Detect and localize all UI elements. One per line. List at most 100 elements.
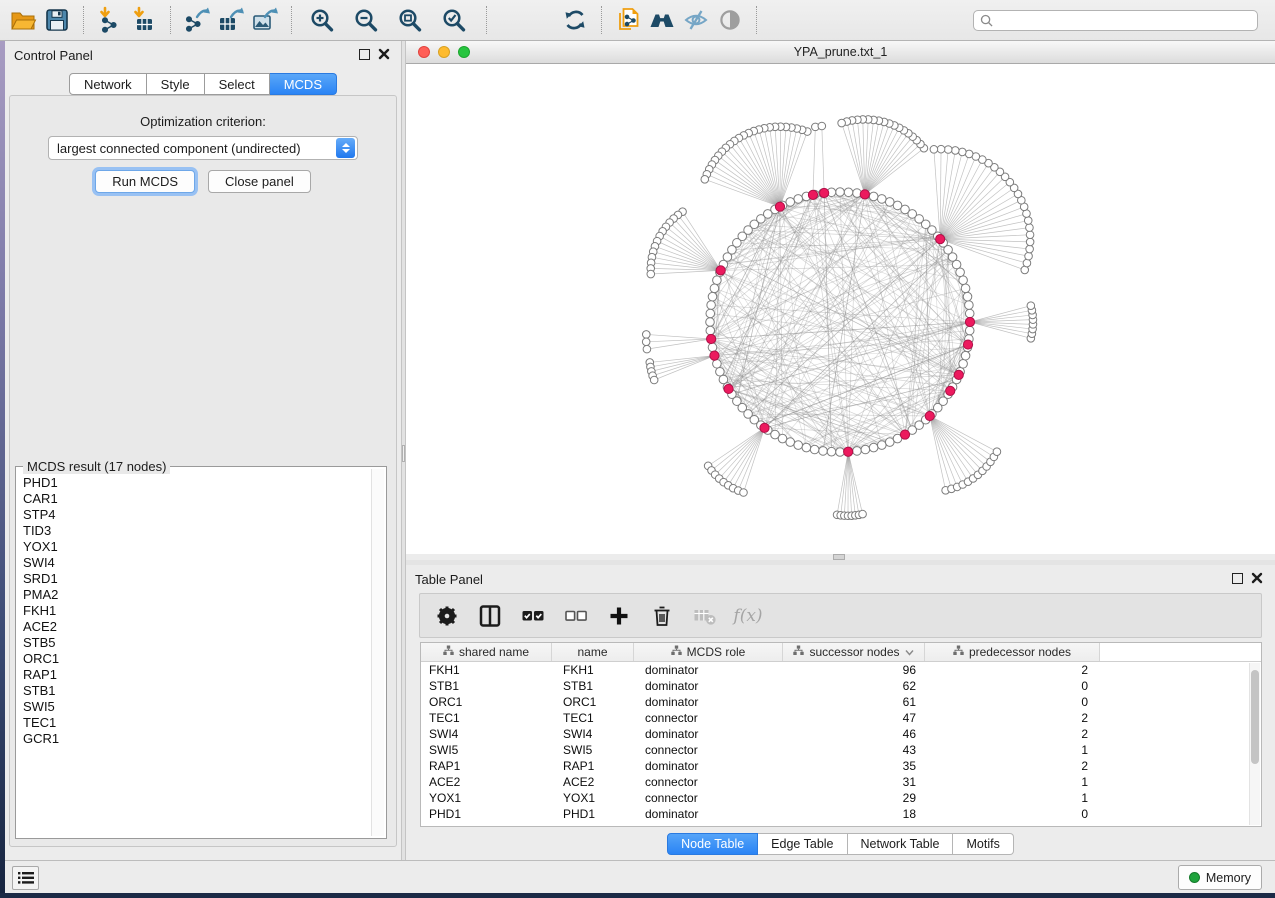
splitter-handle[interactable]	[833, 554, 845, 560]
mcds-list-item[interactable]: PHD1	[18, 475, 369, 491]
toolbar-separator	[83, 6, 84, 34]
application-window: Control Panel NetworkStyleSelectMCDS Opt…	[0, 0, 1275, 898]
cell: 2	[925, 726, 1100, 742]
delete-column-button[interactable]	[649, 603, 675, 629]
open-button[interactable]	[6, 4, 40, 36]
tab-motifs[interactable]: Motifs	[953, 833, 1013, 855]
table-row[interactable]: YOX1YOX1connector291	[421, 790, 1261, 806]
float-panel-icon[interactable]	[359, 49, 370, 60]
close-panel-icon[interactable]	[1251, 572, 1263, 584]
close-panel-icon[interactable]	[378, 48, 390, 60]
save-button[interactable]	[40, 4, 74, 36]
float-panel-icon[interactable]	[1232, 573, 1243, 584]
cell: SWI4	[552, 726, 634, 742]
select-all-button[interactable]	[520, 603, 546, 629]
cell-filler	[1100, 790, 1261, 806]
table-row[interactable]: TEC1TEC1connector472	[421, 710, 1261, 726]
table-scrollbar[interactable]	[1249, 663, 1260, 825]
mcds-list-item[interactable]: ACE2	[18, 619, 369, 635]
mcds-list-item[interactable]: TID3	[18, 523, 369, 539]
zoom-fit-icon	[397, 6, 425, 34]
unselect-all-button[interactable]	[563, 603, 589, 629]
mcds-list-item[interactable]: YOX1	[18, 539, 369, 555]
fx-icon: f(x)	[733, 606, 762, 626]
mcds-list-item[interactable]: CAR1	[18, 491, 369, 507]
list-icon	[18, 871, 34, 885]
cell: dominator	[634, 806, 783, 822]
table-toolbar: f(x)	[419, 593, 1262, 638]
column-header-MCDS-role[interactable]: MCDS role	[634, 643, 783, 661]
column-header-name[interactable]: name	[552, 643, 634, 661]
tab-select[interactable]: Select	[205, 73, 270, 95]
import-table-button[interactable]	[127, 4, 161, 36]
table-row[interactable]: PHD1PHD1dominator180	[421, 806, 1261, 822]
table-header-row: shared namenameMCDS rolesuccessor nodesp…	[421, 643, 1261, 662]
table-row[interactable]: STB1STB1dominator620	[421, 678, 1261, 694]
tab-network-table[interactable]: Network Table	[848, 833, 954, 855]
column-header-predecessor-nodes[interactable]: predecessor nodes	[925, 643, 1100, 661]
mcds-list-item[interactable]: STP4	[18, 507, 369, 523]
search-box[interactable]	[973, 10, 1258, 31]
task-history-button[interactable]	[12, 866, 39, 890]
mcds-list-item[interactable]: TEC1	[18, 715, 369, 731]
tab-network[interactable]: Network	[69, 73, 147, 95]
table-row[interactable]: SWI5SWI5connector431	[421, 742, 1261, 758]
export-table-button[interactable]	[214, 4, 248, 36]
mcds-list-item[interactable]: SWI4	[18, 555, 369, 571]
column-header-successor-nodes[interactable]: successor nodes	[783, 643, 925, 661]
cell: 2	[925, 710, 1100, 726]
table-row[interactable]: ACE2ACE2connector311	[421, 774, 1261, 790]
gear-button[interactable]	[434, 603, 460, 629]
cell: 43	[783, 742, 925, 758]
mcds-list-item[interactable]: GCR1	[18, 731, 369, 747]
mcds-list-item[interactable]: SRD1	[18, 571, 369, 587]
scrollbar-thumb[interactable]	[1251, 670, 1259, 764]
new-network-from-selection-button[interactable]	[611, 4, 645, 36]
mcds-list-item[interactable]: RAP1	[18, 667, 369, 683]
tab-style[interactable]: Style	[147, 73, 205, 95]
tab-node-table[interactable]: Node Table	[667, 833, 758, 855]
table-row[interactable]: RAP1RAP1dominator352	[421, 758, 1261, 774]
table-panel-title: Table Panel	[415, 572, 483, 587]
mcds-list-scrollbar[interactable]	[371, 469, 384, 836]
search-input[interactable]	[993, 14, 1251, 28]
mcds-list-item[interactable]: PMA2	[18, 587, 369, 603]
optimization-criterion-select[interactable]: largest connected component (undirected)	[48, 136, 358, 160]
mcds-list-item[interactable]: STB1	[18, 683, 369, 699]
refresh-button[interactable]	[558, 4, 592, 36]
hide-selected-button[interactable]	[679, 4, 713, 36]
split-panel-button[interactable]	[477, 603, 503, 629]
network-canvas[interactable]	[406, 64, 1275, 554]
zoom-in-button[interactable]	[306, 4, 340, 36]
mcds-node	[760, 423, 769, 432]
tab-mcds[interactable]: MCDS	[270, 73, 337, 95]
zoom-fit-button[interactable]	[394, 4, 428, 36]
zoom-out-button[interactable]	[350, 4, 384, 36]
cell: 0	[925, 678, 1100, 694]
import-network-button[interactable]	[93, 4, 127, 36]
toolbar-separator	[486, 6, 487, 34]
first-neighbors-button[interactable]	[645, 4, 679, 36]
add-column-button[interactable]	[606, 603, 632, 629]
cell: dominator	[634, 662, 783, 678]
export-network-button[interactable]	[180, 4, 214, 36]
splitter-handle[interactable]	[402, 445, 405, 462]
zoom-selected-button[interactable]	[438, 4, 472, 36]
close-panel-button[interactable]: Close panel	[208, 170, 311, 193]
column-header-shared-name[interactable]: shared name	[421, 643, 552, 661]
table-row[interactable]: FKH1FKH1dominator962	[421, 662, 1261, 678]
mcds-list-item[interactable]: FKH1	[18, 603, 369, 619]
split-panel-icon	[478, 604, 502, 628]
cell: ORC1	[552, 694, 634, 710]
run-mcds-button[interactable]: Run MCDS	[95, 170, 195, 193]
export-image-button[interactable]	[248, 4, 282, 36]
mcds-list-item[interactable]: STB5	[18, 635, 369, 651]
tab-edge-table[interactable]: Edge Table	[758, 833, 847, 855]
table-row[interactable]: SWI4SWI4dominator462	[421, 726, 1261, 742]
mcds-node	[710, 351, 719, 360]
table-row[interactable]: ORC1ORC1dominator610	[421, 694, 1261, 710]
memory-button[interactable]: Memory	[1178, 865, 1262, 890]
cell-filler	[1100, 726, 1261, 742]
mcds-list-item[interactable]: SWI5	[18, 699, 369, 715]
mcds-list-item[interactable]: ORC1	[18, 651, 369, 667]
